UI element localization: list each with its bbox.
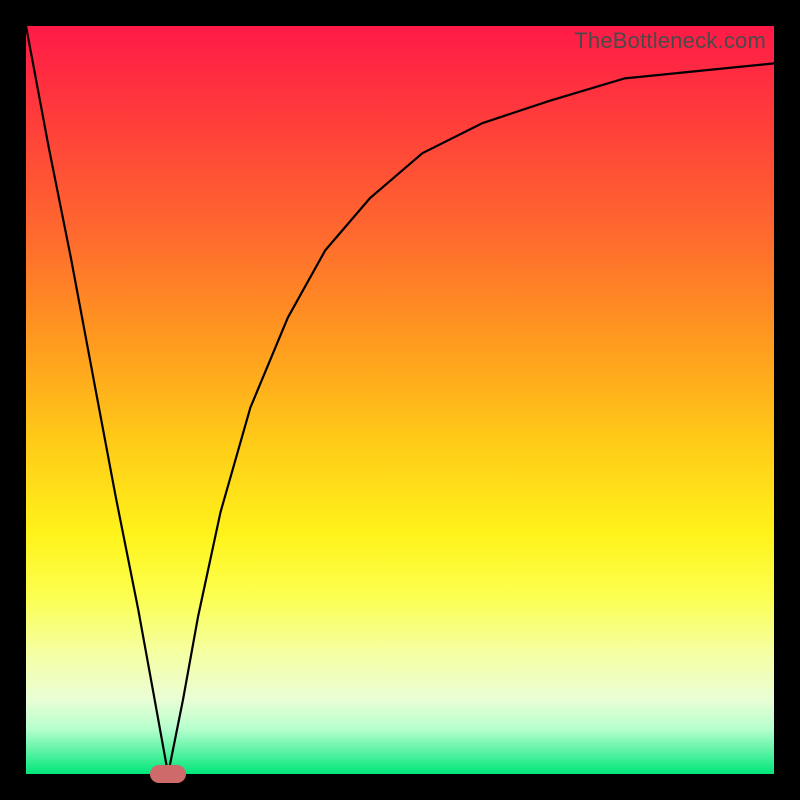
minimum-marker bbox=[150, 765, 186, 783]
curve-path bbox=[26, 26, 774, 774]
bottleneck-curve bbox=[26, 26, 774, 774]
plot-area: TheBottleneck.com bbox=[26, 26, 774, 774]
chart-frame: TheBottleneck.com bbox=[0, 0, 800, 800]
